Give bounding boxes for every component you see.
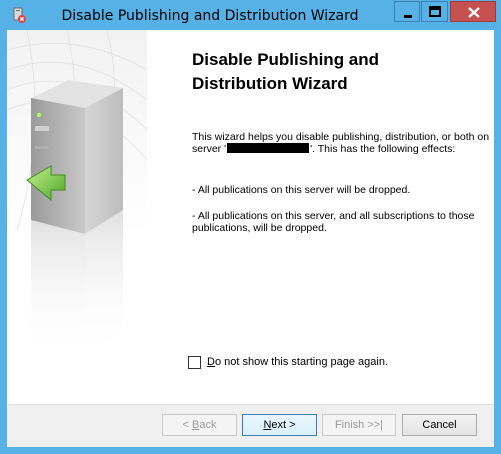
- close-button[interactable]: [450, 1, 496, 22]
- window-title: Disable Publishing and Distribution Wiza…: [61, 8, 359, 24]
- skip-start-page-label[interactable]: Do not show this starting page again.: [207, 356, 388, 369]
- next-button[interactable]: Next >: [242, 414, 317, 436]
- minimize-button[interactable]: [394, 1, 420, 22]
- redacted-server-name: [227, 143, 310, 153]
- server-tower-illustration: [7, 30, 147, 404]
- finish-button[interactable]: Finish >>|: [322, 414, 396, 436]
- close-icon: [468, 7, 480, 18]
- wizard-heading: Disable Publishing and Distribution Wiza…: [192, 50, 380, 93]
- maximize-button[interactable]: [421, 1, 448, 22]
- minimize-icon: [404, 15, 412, 18]
- cancel-button[interactable]: Cancel: [402, 414, 477, 436]
- skip-start-page-checkbox[interactable]: [188, 356, 201, 369]
- maximize-icon: [429, 6, 441, 17]
- intro-text-end: '. This has the following effects:: [310, 143, 456, 155]
- back-button[interactable]: < Back: [162, 414, 237, 436]
- wizard-window: Disable Publishing and Distribution Wiza…: [0, 0, 501, 454]
- effect-publications-dropped: - All publications on this server will b…: [192, 184, 411, 196]
- effect-subscriptions-dropped: - All publications on this server, and a…: [192, 210, 475, 234]
- title-bar[interactable]: Disable Publishing and Distribution Wiza…: [0, 0, 501, 30]
- wizard-content: Disable Publishing and Distribution Wiza…: [157, 30, 489, 404]
- intro-text: This wizard helps you disable publishing…: [192, 131, 492, 155]
- wizard-client-area: Disable Publishing and Distribution Wiza…: [7, 30, 494, 447]
